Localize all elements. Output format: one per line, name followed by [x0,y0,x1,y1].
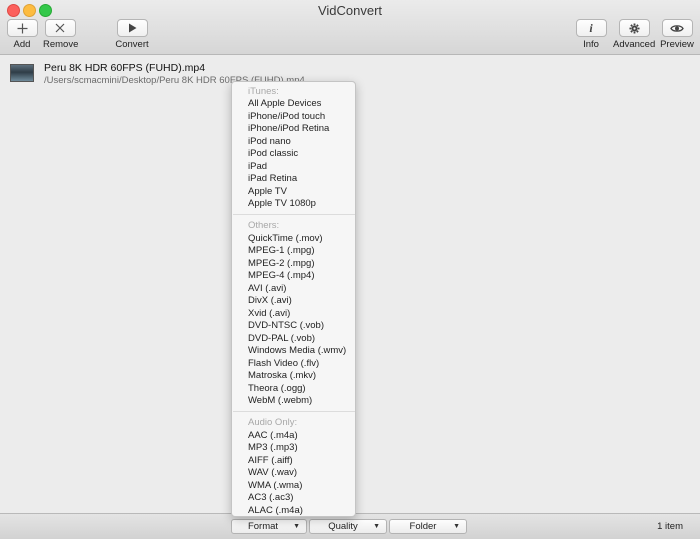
quality-label: Quality [328,521,358,532]
info-icon: i [589,20,593,35]
menu-item[interactable]: AAC (.m4a) [248,430,298,441]
menu-section-header: Audio Only: [248,417,298,428]
remove-button[interactable] [44,19,76,37]
menu-item[interactable]: All Apple Devices [248,98,321,109]
menu-item[interactable]: MPEG-4 (.mp4) [248,270,315,281]
menu-item[interactable]: MPEG-2 (.mpg) [248,258,315,269]
x-icon [55,23,65,33]
menu-item[interactable]: QuickTime (.mov) [248,233,323,244]
menu-item[interactable]: Flash Video (.flv) [248,358,319,369]
info-toolbar-item[interactable]: i Info [575,19,607,50]
menu-section-header: iTunes: [248,86,279,97]
menu-item[interactable]: WAV (.wav) [248,467,297,478]
menu-item[interactable]: WMA (.wma) [248,480,302,491]
preview-label: Preview [660,39,694,50]
add-label: Add [13,39,31,50]
menu-item[interactable]: ALAC (.m4a) [248,505,303,516]
dropdown-arrow-icon: ▼ [293,523,300,530]
video-thumbnail [10,64,34,82]
menu-item[interactable]: AVI (.avi) [248,283,286,294]
preview-button[interactable] [661,19,693,37]
info-button[interactable]: i [575,19,607,37]
menu-item[interactable]: Xvid (.avi) [248,308,290,319]
folder-label: Folder [409,521,437,532]
menu-item[interactable]: iPod classic [248,148,298,159]
convert-toolbar-item[interactable]: Convert [113,19,151,50]
eye-icon [670,24,684,32]
menu-item[interactable]: Windows Media (.wmv) [248,345,346,356]
menu-item[interactable]: Apple TV [248,186,287,197]
quality-popup[interactable]: Quality ▼ [309,519,387,534]
menu-item[interactable]: iPhone/iPod touch [248,111,325,122]
gear-icon [628,22,640,34]
format-dropdown-menu: iTunes: All Apple Devices iPhone/iPod to… [231,81,356,517]
menu-item[interactable]: AIFF (.aiff) [248,455,293,466]
menu-item[interactable]: MPEG-1 (.mpg) [248,245,315,256]
menu-item[interactable]: iPod nano [248,136,291,147]
format-popup[interactable]: Format ▼ [231,519,307,534]
advanced-toolbar-item[interactable]: Advanced [613,19,655,50]
preview-toolbar-item[interactable]: Preview [660,19,694,50]
menu-item[interactable]: WebM (.webm) [248,395,312,406]
item-count: 1 item [657,521,683,532]
title-toolbar: VidConvert Add Remove Convert i Info Adv… [0,0,700,55]
menu-item[interactable]: DivX (.avi) [248,295,292,306]
menu-item[interactable]: MP3 (.mp3) [248,442,298,453]
dropdown-arrow-icon: ▼ [453,523,460,530]
menu-item[interactable]: DVD-NTSC (.vob) [248,320,324,331]
add-button[interactable] [6,19,38,37]
menu-item[interactable]: DVD-PAL (.vob) [248,333,315,344]
menu-item[interactable]: Theora (.ogg) [248,383,306,394]
add-toolbar-item[interactable]: Add [6,19,38,50]
window-title: VidConvert [317,3,383,18]
convert-button[interactable] [116,19,148,37]
menu-separator [233,411,355,412]
menu-item[interactable]: AC3 (.ac3) [248,492,293,503]
menu-item[interactable]: Matroska (.mkv) [248,370,316,381]
dropdown-arrow-icon: ▼ [373,523,380,530]
menu-item[interactable]: iPhone/iPod Retina [248,123,329,134]
file-name: Peru 8K HDR 60FPS (FUHD).mp4 [44,62,206,74]
info-label: Info [583,39,599,50]
remove-label: Remove [43,39,79,50]
menu-item[interactable]: Apple TV 1080p [248,198,316,209]
menu-section-header: Others: [248,220,280,231]
menu-item[interactable]: iPad [248,161,267,172]
plus-icon [17,23,27,33]
convert-label: Convert [115,39,149,50]
play-icon [128,23,136,33]
remove-toolbar-item[interactable]: Remove [43,19,79,50]
advanced-button[interactable] [618,19,650,37]
menu-separator [233,214,355,215]
app-window: VidConvert Add Remove Convert i Info Adv… [0,0,700,539]
advanced-label: Advanced [613,39,656,50]
format-label: Format [247,521,279,532]
folder-popup[interactable]: Folder ▼ [389,519,467,534]
menu-item[interactable]: iPad Retina [248,173,297,184]
